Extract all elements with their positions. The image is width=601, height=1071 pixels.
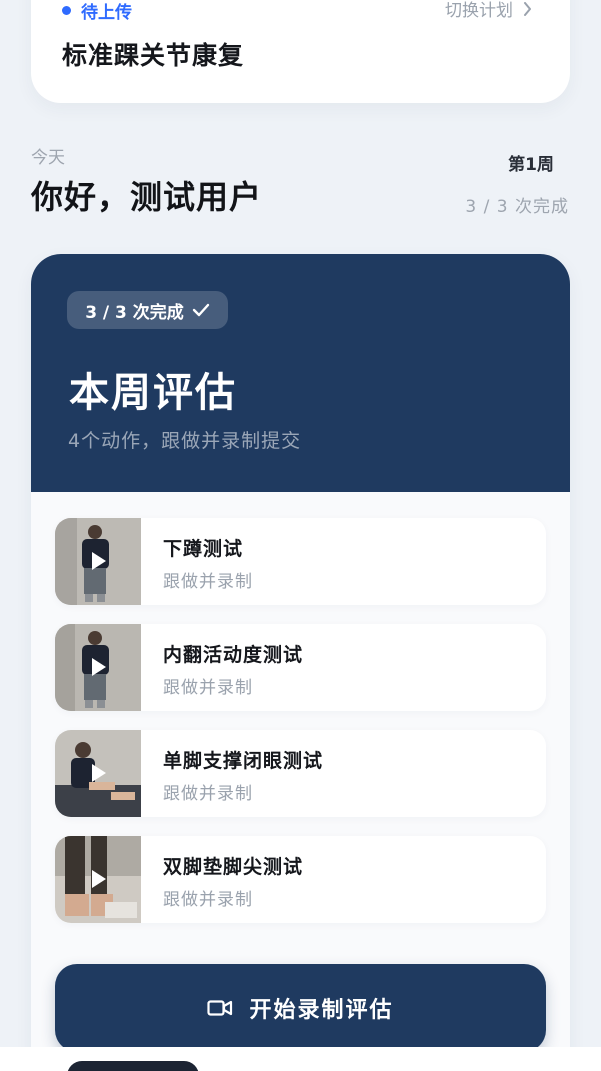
assessment-header: 3 / 3 次完成 本周评估 4个动作，跟做并录制提交 bbox=[31, 254, 570, 492]
exercise-thumbnail bbox=[55, 624, 141, 711]
exercise-item[interactable]: 内翻活动度测试 跟做并录制 bbox=[55, 624, 546, 711]
week-label: 第1周 bbox=[508, 155, 554, 175]
play-icon[interactable] bbox=[91, 551, 107, 571]
exercise-thumbnail bbox=[55, 730, 141, 817]
completion-badge-label: 3 / 3 次完成 bbox=[85, 302, 184, 323]
today-label: 今天 bbox=[31, 148, 65, 168]
exercise-item[interactable]: 下蹲测试 跟做并录制 bbox=[55, 518, 546, 605]
start-recording-button[interactable]: 开始录制评估 bbox=[55, 964, 546, 1052]
greeting-title: 你好，测试用户 bbox=[31, 178, 263, 216]
exercise-item[interactable]: 双脚垫脚尖测试 跟做并录制 bbox=[55, 836, 546, 923]
exercise-name: 双脚垫脚尖测试 bbox=[163, 856, 304, 878]
exercise-subtitle: 跟做并录制 bbox=[163, 890, 253, 910]
exercise-subtitle: 跟做并录制 bbox=[163, 784, 253, 804]
switch-plan-link[interactable]: 切换计划 bbox=[445, 0, 532, 21]
video-camera-icon bbox=[207, 1000, 233, 1016]
switch-plan-label: 切换计划 bbox=[445, 1, 513, 21]
exercise-item[interactable]: 单脚支撑闭眼测试 跟做并录制 bbox=[55, 730, 546, 817]
exercise-name: 内翻活动度测试 bbox=[163, 644, 304, 666]
play-icon[interactable] bbox=[91, 763, 107, 783]
assessment-subtitle: 4个动作，跟做并录制提交 bbox=[68, 430, 302, 452]
assessment-title: 本周评估 bbox=[69, 370, 237, 416]
plan-title: 标准踝关节康复 bbox=[62, 41, 245, 70]
play-icon[interactable] bbox=[91, 657, 107, 677]
exercise-thumbnail bbox=[55, 518, 141, 605]
exercise-name: 下蹲测试 bbox=[163, 538, 244, 560]
start-recording-label: 开始录制评估 bbox=[249, 998, 394, 1023]
play-icon[interactable] bbox=[91, 869, 107, 889]
week-progress: 3 / 3 次完成 bbox=[465, 197, 569, 217]
exercise-thumbnail bbox=[55, 836, 141, 923]
plan-status-label: 待上传 bbox=[81, 3, 132, 23]
exercise-name: 单脚支撑闭眼测试 bbox=[163, 750, 324, 772]
plan-card[interactable]: 待上传 切换计划 标准踝关节康复 bbox=[31, 0, 570, 103]
plan-status: 待上传 bbox=[62, 0, 132, 23]
exercise-subtitle: 跟做并录制 bbox=[163, 572, 253, 592]
completion-badge: 3 / 3 次完成 bbox=[67, 291, 228, 329]
chevron-right-icon bbox=[524, 1, 531, 16]
exercise-subtitle: 跟做并录制 bbox=[163, 678, 253, 698]
checkmark-icon bbox=[192, 303, 210, 317]
home-tab-pill[interactable] bbox=[67, 1061, 199, 1071]
assessment-card: 3 / 3 次完成 本周评估 4个动作，跟做并录制提交 下蹲测试 跟做并录制 内… bbox=[31, 254, 570, 1071]
status-dot-icon bbox=[62, 6, 71, 15]
